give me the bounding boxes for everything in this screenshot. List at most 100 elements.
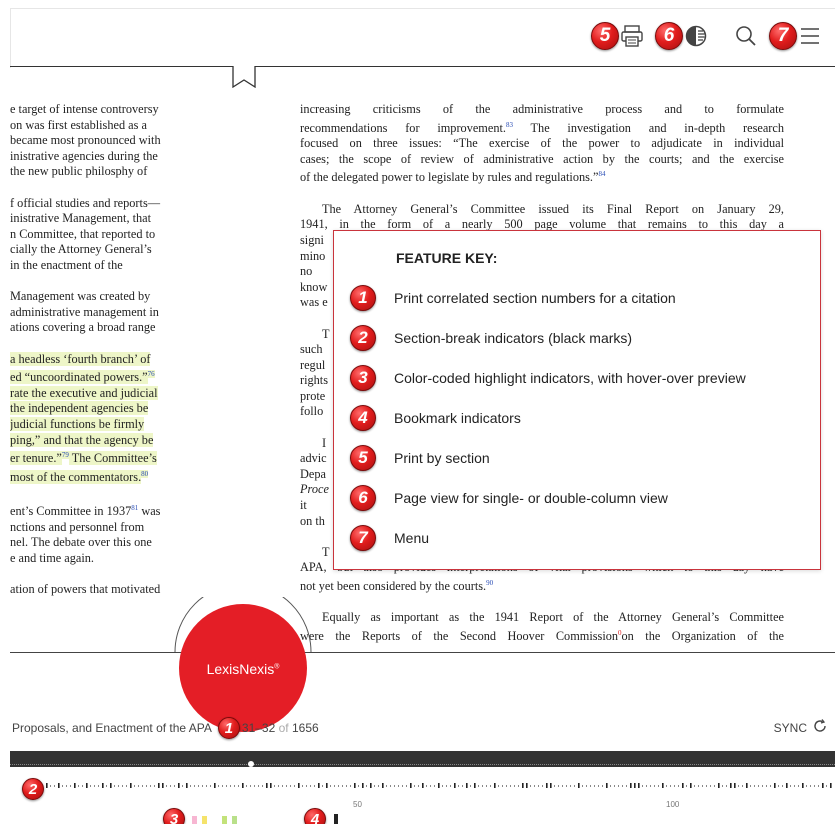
- tick-label-50: 50: [353, 800, 362, 809]
- section-break-mark: [194, 785, 195, 787]
- section-break-mark: [438, 783, 440, 788]
- footnote-link[interactable]: 76: [147, 370, 155, 379]
- page-range: 31–32 of 1656: [241, 721, 319, 735]
- section-break-mark: [486, 785, 487, 787]
- section-break-mark: [138, 785, 139, 787]
- section-break-mark: [666, 785, 667, 787]
- section-break-mark: [662, 783, 664, 788]
- section-break-ticks[interactable]: [46, 780, 835, 792]
- feature-key-label: Print by section: [394, 450, 490, 466]
- text-line: the independent agencies be: [10, 401, 149, 416]
- section-break-mark: [182, 785, 183, 787]
- header-rule: [10, 66, 835, 67]
- section-break-mark: [274, 785, 275, 787]
- section-break-mark: [78, 785, 79, 787]
- section-break-mark: [354, 783, 356, 788]
- section-break-mark: [494, 783, 496, 788]
- section-break-mark: [190, 785, 191, 787]
- text-line: nctions and personnel from: [10, 519, 145, 534]
- section-break-mark: [262, 785, 263, 787]
- section-break-mark: [450, 785, 451, 787]
- tick-label-100: 100: [666, 800, 680, 809]
- section-break-mark: [514, 785, 515, 787]
- highlight-indicator[interactable]: [202, 816, 207, 824]
- section-break-mark: [774, 783, 776, 788]
- feature-number-badge: 5: [350, 445, 376, 471]
- section-break-mark: [670, 785, 671, 787]
- section-break-mark: [246, 785, 247, 787]
- highlight-indicator[interactable]: [232, 816, 237, 824]
- text-line: became most pronounced with: [10, 133, 161, 148]
- section-break-mark: [622, 785, 623, 787]
- section-break-mark: [538, 785, 539, 787]
- feature-number-badge: 1: [350, 285, 376, 311]
- section-break-mark: [346, 785, 347, 787]
- section-break-mark: [718, 783, 720, 788]
- feature-key-item: 4 Bookmark indicators: [350, 405, 521, 431]
- section-break-mark: [502, 785, 503, 787]
- section-break-mark: [526, 783, 528, 788]
- bookmark-indicator[interactable]: [334, 814, 338, 824]
- section-break-mark: [158, 783, 160, 788]
- footnote-link[interactable]: 79: [61, 451, 69, 460]
- page-view-button[interactable]: 6: [655, 22, 709, 50]
- section-title: Proposals, and Enactment of the APA: [12, 721, 212, 735]
- section-break-mark: [470, 785, 471, 787]
- print-section-button[interactable]: 5: [591, 22, 645, 50]
- section-break-mark: [214, 783, 216, 788]
- section-break-mark: [238, 785, 239, 787]
- footnote-link[interactable]: 80: [141, 469, 149, 478]
- feature-badge-2: 2: [22, 778, 44, 800]
- section-break-mark: [122, 785, 123, 787]
- feature-badge-1[interactable]: 1: [217, 717, 240, 739]
- section-break-mark: [682, 783, 684, 788]
- section-break-mark: [298, 783, 300, 788]
- text-line: e and time again.: [10, 551, 94, 565]
- section-break-mark: [206, 785, 207, 787]
- bookmark-icon[interactable]: [232, 66, 256, 93]
- section-break-mark: [638, 783, 640, 788]
- menu-button[interactable]: 7: [769, 22, 823, 50]
- section-break-mark: [402, 785, 403, 787]
- sync-button[interactable]: SYNC: [774, 719, 827, 736]
- section-break-mark: [518, 785, 519, 787]
- section-break-mark: [794, 785, 795, 787]
- section-break-mark: [466, 783, 468, 788]
- section-break-mark: [398, 785, 399, 787]
- footnote-link[interactable]: 83: [506, 121, 513, 129]
- feature-number-badge: 4: [350, 405, 376, 431]
- section-break-mark: [654, 785, 655, 787]
- highlight-indicator[interactable]: [222, 816, 227, 824]
- footer-info-bar: Proposals, and Enactment of the APA 1 31…: [10, 716, 835, 740]
- search-button[interactable]: [733, 23, 759, 49]
- section-break-mark: [490, 785, 491, 787]
- section-break-mark: [442, 785, 443, 787]
- section-break-mark: [82, 785, 83, 787]
- section-break-mark: [574, 785, 575, 787]
- section-break-mark: [562, 785, 563, 787]
- scrubber-thumb[interactable]: [248, 761, 254, 767]
- page-view-icon: [683, 23, 709, 49]
- feature-number-badge: 3: [350, 365, 376, 391]
- text-line: ations covering a broad range: [10, 320, 156, 335]
- section-break-mark: [578, 783, 580, 788]
- section-break-mark: [558, 785, 559, 787]
- footnote-link[interactable]: 84: [598, 170, 605, 178]
- section-break-mark: [566, 785, 567, 787]
- section-break-mark: [254, 785, 255, 787]
- footnote-link[interactable]: 90: [486, 579, 493, 587]
- section-break-mark: [386, 785, 387, 787]
- section-break-mark: [282, 785, 283, 787]
- section-break-mark: [106, 785, 107, 787]
- section-break-mark: [642, 785, 643, 787]
- feature-key-label: Page view for single- or double-column v…: [394, 490, 668, 506]
- highlight-indicator[interactable]: [192, 816, 197, 824]
- section-break-mark: [342, 785, 343, 787]
- page-scrubber-track[interactable]: [10, 751, 835, 767]
- section-break-mark: [626, 785, 627, 787]
- section-break-mark: [86, 783, 88, 788]
- section-break-mark: [454, 783, 456, 788]
